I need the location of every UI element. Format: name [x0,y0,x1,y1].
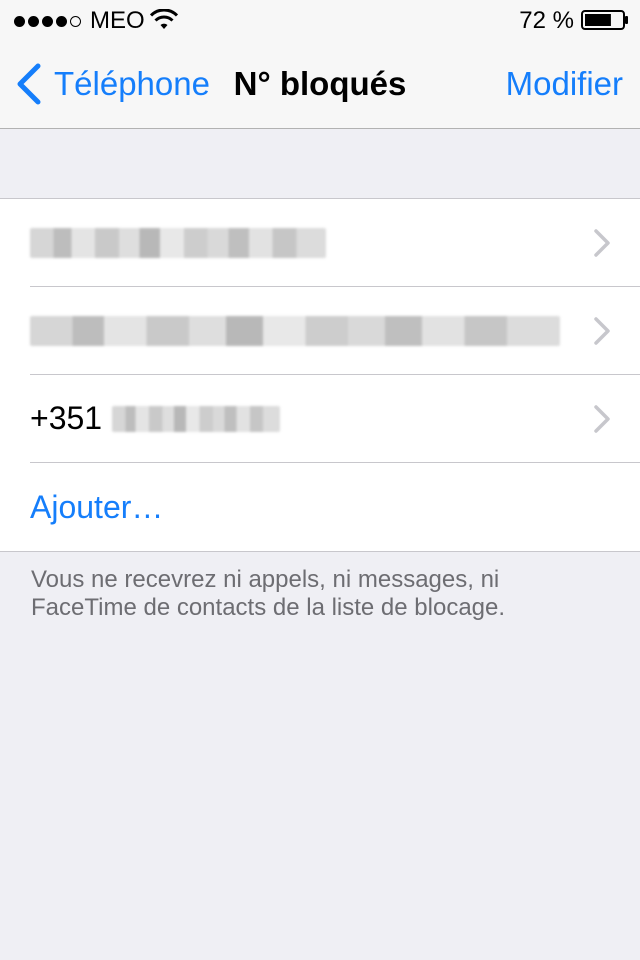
edit-button[interactable]: Modifier [506,62,623,106]
battery-icon [581,10,628,30]
signal-dots-icon [14,14,81,28]
blocked-contact-row[interactable] [30,287,640,375]
wifi-icon [150,9,178,29]
blocked-number-row[interactable]: +351 [30,375,640,463]
blocked-contact-row[interactable] [30,199,640,287]
battery-percent: 72 % [519,7,574,34]
footer-note: Vous ne recevrez ni appels, ni messages,… [31,566,506,621]
redacted-contact-name [30,227,326,258]
chevron-right-icon [594,229,610,257]
navigation-bar: Téléphone N° bloqués Modifier [0,40,640,129]
status-bar: MEO 72 % [0,0,640,40]
blocked-list: +351 Ajouter… [0,198,640,552]
add-button[interactable]: Ajouter… [30,489,163,526]
carrier-name: MEO [90,7,145,34]
redacted-contact-name [30,315,560,346]
chevron-right-icon [594,405,610,433]
add-blocked-row[interactable]: Ajouter… [30,463,640,551]
phone-country-code: +351 [30,400,103,436]
chevron-right-icon [594,317,610,345]
redacted-phone-number [112,405,281,432]
